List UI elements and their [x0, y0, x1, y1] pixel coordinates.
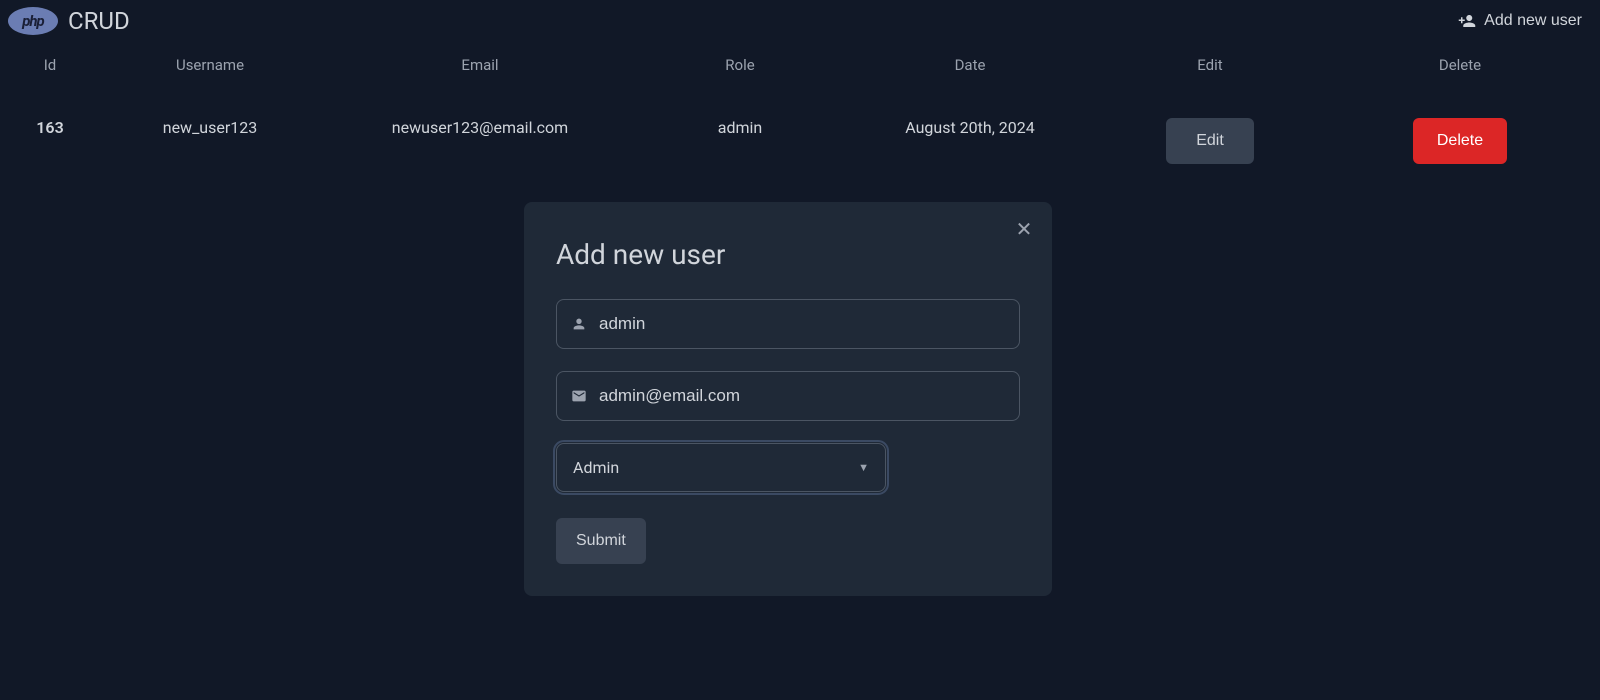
email-input-group[interactable]	[556, 371, 1020, 421]
close-icon: ✕	[1016, 219, 1033, 241]
col-header-email: Email	[320, 42, 640, 88]
users-table: Id Username Email Role Date Edit Delete …	[0, 42, 1600, 194]
col-header-edit: Edit	[1100, 42, 1320, 88]
username-input-group[interactable]	[556, 299, 1020, 349]
username-input[interactable]	[599, 314, 1005, 334]
brand-title: CRUD	[68, 7, 130, 35]
envelope-icon	[571, 388, 587, 404]
delete-button[interactable]: Delete	[1413, 118, 1507, 164]
user-icon	[571, 316, 587, 332]
col-header-id: Id	[0, 42, 100, 88]
add-new-user-label: Add new user	[1484, 12, 1582, 30]
role-select[interactable]: Admin ▼	[556, 443, 886, 492]
col-header-role: Role	[640, 42, 840, 88]
email-input[interactable]	[599, 386, 1005, 406]
user-plus-icon	[1458, 12, 1476, 30]
caret-down-icon: ▼	[858, 461, 869, 474]
cell-role: admin	[640, 88, 840, 194]
cell-email: newuser123@email.com	[320, 88, 640, 194]
cell-delete: Delete	[1320, 88, 1600, 194]
cell-id: 163	[0, 88, 100, 194]
role-select-value: Admin	[573, 458, 619, 477]
submit-button[interactable]: Submit	[556, 518, 646, 564]
modal-title: Add new user	[556, 238, 1020, 271]
cell-username: new_user123	[100, 88, 320, 194]
topbar-left: php CRUD	[8, 7, 130, 35]
add-new-user-button[interactable]: Add new user	[1448, 6, 1592, 36]
cell-date: August 20th, 2024	[840, 88, 1100, 194]
add-user-modal: ✕ Add new user Admin ▼ Submit	[524, 202, 1052, 596]
edit-button[interactable]: Edit	[1166, 118, 1254, 164]
col-header-username: Username	[100, 42, 320, 88]
col-header-delete: Delete	[1320, 42, 1600, 88]
topbar: php CRUD Add new user	[0, 0, 1600, 42]
cell-edit: Edit	[1100, 88, 1320, 194]
col-header-date: Date	[840, 42, 1100, 88]
modal-close-button[interactable]: ✕	[1014, 220, 1034, 240]
php-logo-icon: php	[8, 7, 58, 35]
